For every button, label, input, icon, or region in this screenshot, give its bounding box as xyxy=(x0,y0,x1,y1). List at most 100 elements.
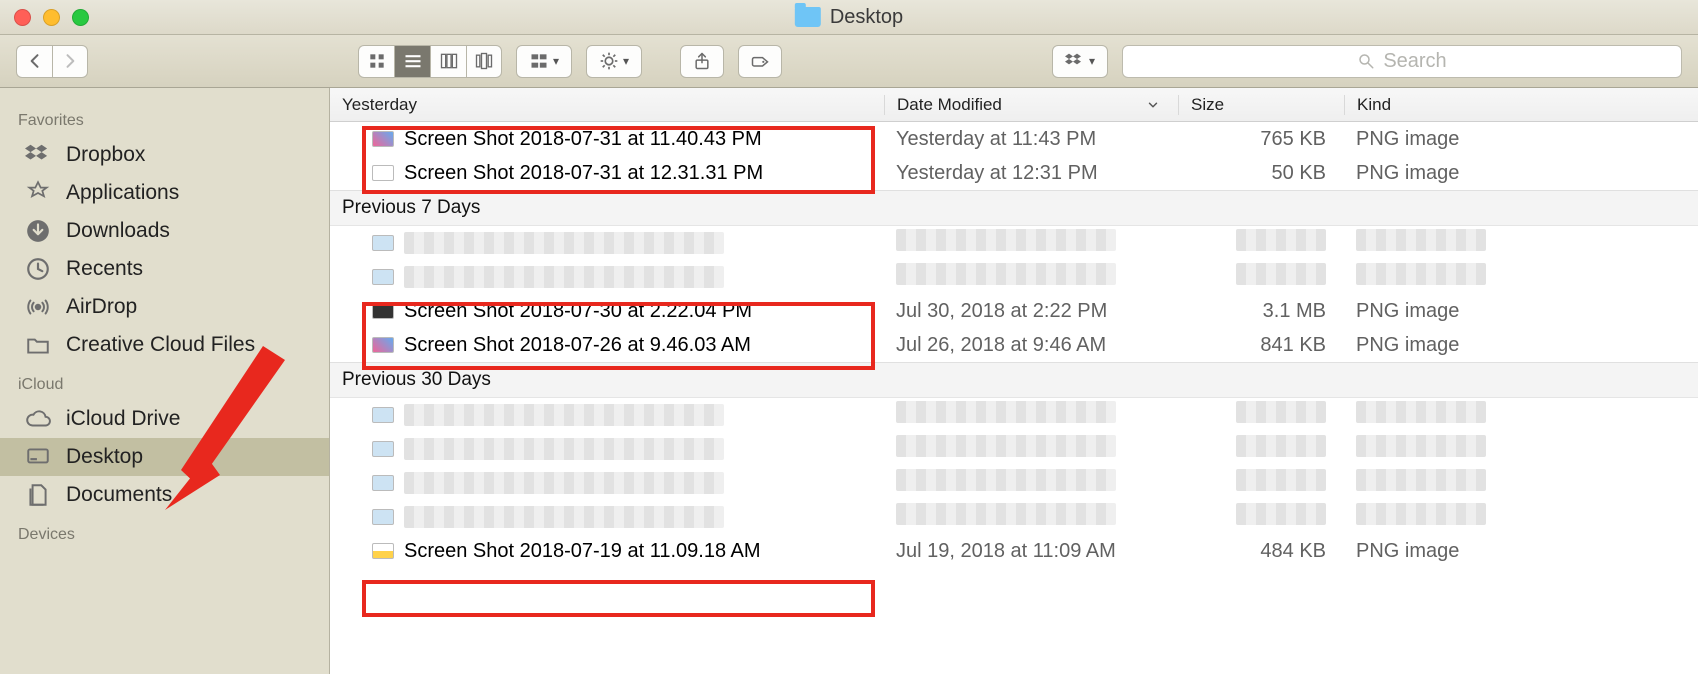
chevron-down-icon xyxy=(1146,98,1160,112)
column-header-name[interactable]: Yesterday xyxy=(330,95,884,115)
file-thumbnail-icon xyxy=(372,543,394,559)
file-date: Jul 26, 2018 at 9:46 AM xyxy=(884,334,1178,357)
column-header-size[interactable]: Size xyxy=(1178,95,1344,115)
file-thumbnail-icon xyxy=(372,337,394,353)
sidebar-item-label: Creative Cloud Files xyxy=(66,333,255,357)
group-header: Previous 30 Days xyxy=(330,362,1698,398)
file-size: 841 KB xyxy=(1178,334,1344,357)
file-name: Screen Shot 2018-07-26 at 9.46.03 AM xyxy=(404,334,751,357)
file-size: 3.1 MB xyxy=(1178,300,1344,323)
airdrop-icon xyxy=(24,294,52,320)
sidebar: Favorites Dropbox Applications Downloads… xyxy=(0,88,330,674)
titlebar: Desktop xyxy=(0,0,1698,35)
applications-icon xyxy=(24,180,52,206)
file-row[interactable] xyxy=(330,432,1698,466)
sidebar-item-label: Documents xyxy=(66,483,172,507)
search-input[interactable]: Search xyxy=(1122,45,1682,78)
file-row[interactable]: Screen Shot 2018-07-26 at 9.46.03 AM Jul … xyxy=(330,328,1698,362)
file-row[interactable] xyxy=(330,398,1698,432)
file-kind: PNG image xyxy=(1344,334,1698,357)
dropbox-icon xyxy=(24,142,52,168)
list-view-button[interactable] xyxy=(394,45,430,78)
sidebar-item-documents[interactable]: Documents xyxy=(0,476,329,514)
close-window-button[interactable] xyxy=(14,9,31,26)
file-date: Yesterday at 11:43 PM xyxy=(884,128,1178,151)
file-date: Jul 30, 2018 at 2:22 PM xyxy=(884,300,1178,323)
window-controls xyxy=(14,9,89,26)
sidebar-item-label: Applications xyxy=(66,181,179,205)
sidebar-item-dropbox[interactable]: Dropbox xyxy=(0,136,329,174)
file-thumbnail-icon xyxy=(372,269,394,285)
column-header-kind[interactable]: Kind xyxy=(1344,95,1698,115)
zoom-window-button[interactable] xyxy=(72,9,89,26)
sidebar-item-label: Downloads xyxy=(66,219,170,243)
folder-icon xyxy=(24,332,52,358)
arrange-button[interactable]: ▾ xyxy=(516,45,572,78)
cloud-icon xyxy=(24,406,52,432)
file-date: Jul 19, 2018 at 11:09 AM xyxy=(884,540,1178,563)
file-name: Screen Shot 2018-07-31 at 12.31.31 PM xyxy=(404,162,763,185)
file-date: Yesterday at 12:31 PM xyxy=(884,162,1178,185)
file-row[interactable] xyxy=(330,260,1698,294)
sidebar-item-label: AirDrop xyxy=(66,295,137,319)
file-thumbnail-icon xyxy=(372,509,394,525)
file-list: Yesterday Date Modified Size Kind Screen… xyxy=(330,88,1698,674)
sidebar-item-icloud-drive[interactable]: iCloud Drive xyxy=(0,400,329,438)
share-button[interactable] xyxy=(680,45,724,78)
file-kind: PNG image xyxy=(1344,128,1698,151)
view-mode-group xyxy=(358,45,502,78)
sidebar-heading-favorites: Favorites xyxy=(0,100,329,136)
file-row[interactable]: Screen Shot 2018-07-19 at 11.09.18 AM Jul… xyxy=(330,534,1698,568)
nav-group xyxy=(16,45,88,78)
file-thumbnail-icon xyxy=(372,303,394,319)
sidebar-item-label: Desktop xyxy=(66,445,143,469)
file-thumbnail-icon xyxy=(372,131,394,147)
dropbox-toolbar-button[interactable]: ▾ xyxy=(1052,45,1108,78)
search-placeholder: Search xyxy=(1383,50,1446,73)
sidebar-item-applications[interactable]: Applications xyxy=(0,174,329,212)
file-thumbnail-icon xyxy=(372,165,394,181)
icon-view-button[interactable] xyxy=(358,45,394,78)
file-row[interactable] xyxy=(330,500,1698,534)
forward-button[interactable] xyxy=(52,45,88,78)
file-row[interactable] xyxy=(330,226,1698,260)
file-kind: PNG image xyxy=(1344,540,1698,563)
recents-icon xyxy=(24,256,52,282)
sidebar-item-recents[interactable]: Recents xyxy=(0,250,329,288)
file-row[interactable]: Screen Shot 2018-07-30 at 2.22.04 PMJul … xyxy=(330,294,1698,328)
sidebar-item-label: Dropbox xyxy=(66,143,145,167)
group-header: Previous 7 Days xyxy=(330,190,1698,226)
file-thumbnail-icon xyxy=(372,407,394,423)
sidebar-heading-devices: Devices xyxy=(0,514,329,550)
file-row[interactable] xyxy=(330,466,1698,500)
file-kind: PNG image xyxy=(1344,300,1698,323)
sidebar-item-creative-cloud[interactable]: Creative Cloud Files xyxy=(0,326,329,364)
window-title: Desktop xyxy=(795,6,903,29)
file-thumbnail-icon xyxy=(372,475,394,491)
sidebar-item-downloads[interactable]: Downloads xyxy=(0,212,329,250)
sidebar-item-airdrop[interactable]: AirDrop xyxy=(0,288,329,326)
sidebar-heading-icloud: iCloud xyxy=(0,364,329,400)
column-view-button[interactable] xyxy=(430,45,466,78)
minimize-window-button[interactable] xyxy=(43,9,60,26)
toolbar: ▾ ▾ ▾ Search xyxy=(0,35,1698,88)
tags-button[interactable] xyxy=(738,45,782,78)
downloads-icon xyxy=(24,218,52,244)
file-size: 765 KB xyxy=(1178,128,1344,151)
desktop-icon xyxy=(24,444,52,470)
file-thumbnail-icon xyxy=(372,441,394,457)
file-name: Screen Shot 2018-07-31 at 11.40.43 PM xyxy=(404,128,762,151)
file-name: Screen Shot 2018-07-19 at 11.09.18 AM xyxy=(404,540,761,563)
column-headers: Yesterday Date Modified Size Kind xyxy=(330,88,1698,122)
sidebar-item-label: Recents xyxy=(66,257,143,281)
file-size: 484 KB xyxy=(1178,540,1344,563)
file-row[interactable]: Screen Shot 2018-07-31 at 12.31.31 PM Yes… xyxy=(330,156,1698,190)
folder-icon xyxy=(795,7,821,27)
file-row[interactable]: Screen Shot 2018-07-31 at 11.40.43 PM Yes… xyxy=(330,122,1698,156)
gallery-view-button[interactable] xyxy=(466,45,502,78)
action-button[interactable]: ▾ xyxy=(586,45,642,78)
search-icon xyxy=(1357,52,1375,70)
sidebar-item-desktop[interactable]: Desktop xyxy=(0,438,329,476)
back-button[interactable] xyxy=(16,45,52,78)
column-header-date[interactable]: Date Modified xyxy=(884,95,1178,115)
